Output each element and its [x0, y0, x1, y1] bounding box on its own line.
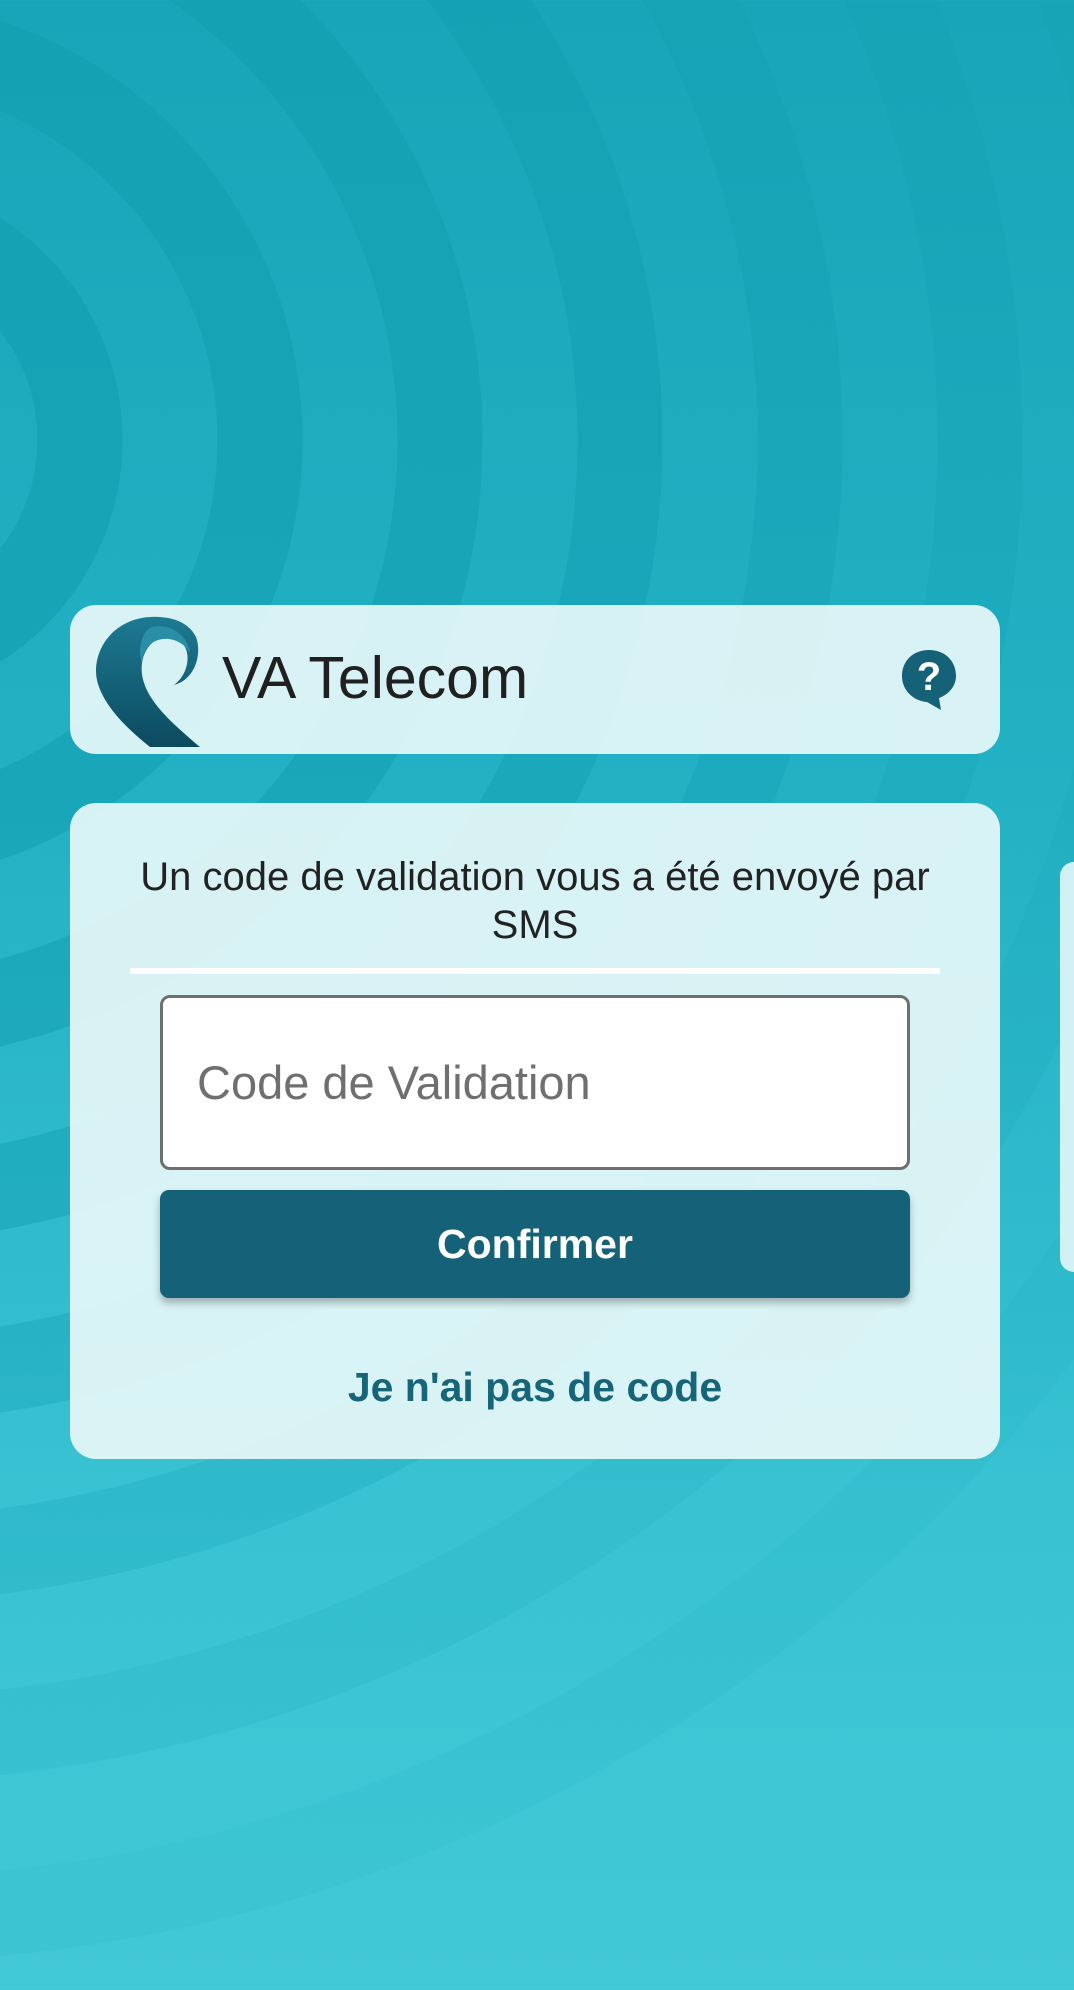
va-telecom-logo — [96, 616, 200, 747]
validation-code-input[interactable] — [160, 995, 910, 1170]
app-title: VA Telecom — [222, 645, 529, 711]
no-code-link[interactable]: Je n'ai pas de code — [70, 1364, 1000, 1411]
help-question-icon[interactable]: ? — [900, 647, 958, 711]
sms-sent-message: Un code de validation vous a été envoyé … — [140, 855, 930, 947]
svg-text:?: ? — [917, 655, 941, 699]
side-panel-handle[interactable] — [1060, 862, 1074, 1272]
header-card: VA Telecom ? — [70, 605, 1000, 754]
confirm-button[interactable]: Confirmer — [160, 1190, 910, 1298]
divider — [130, 968, 940, 974]
validation-form-card: Un code de validation vous a été envoyé … — [70, 803, 1000, 1459]
